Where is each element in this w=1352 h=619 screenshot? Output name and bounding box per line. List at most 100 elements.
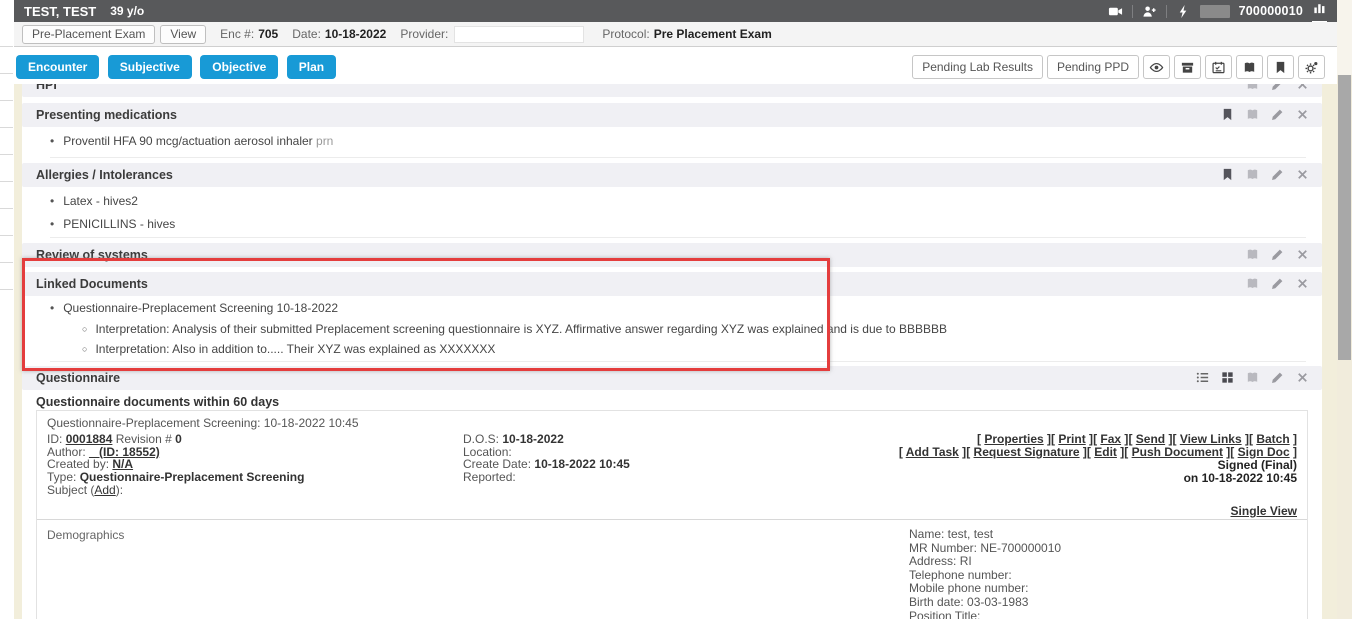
demographics-label: Demographics [47,528,124,542]
demo-name: Name: test, test [909,527,993,541]
interpretation-item: Interpretation: Also in addition to.....… [82,342,495,356]
close-icon[interactable] [1295,247,1310,262]
close-icon[interactable] [1295,84,1310,92]
book-icon[interactable] [1245,247,1260,262]
print-link[interactable]: Print [1058,432,1085,446]
book-icon[interactable] [1245,107,1260,122]
divider [1132,5,1133,18]
section-header-review-of-systems: Review of systems [22,243,1322,267]
ehr-application: TEST, TEST 39 y/o 700000010 Pre-Placemen… [14,0,1337,619]
content-background: HPI Presenting medications Proventil HFA… [14,84,1337,619]
demo-telephone: Telephone number: [909,568,1012,582]
section-title: Presenting medications [36,108,177,122]
nav-button-subjective[interactable]: Subjective [108,55,192,79]
demo-position-title: Position Title: [909,609,980,619]
eye-icon[interactable] [1143,55,1170,79]
divider [50,361,1306,362]
section-header-linked-documents: Linked Documents [22,272,1322,296]
section-header-allergies: Allergies / Intolerances [22,163,1322,187]
interpretation-item: Interpretation: Analysis of their submit… [82,322,947,336]
nav-buttons: Encounter Subjective Objective Plan [16,47,340,79]
date-label: Date: [292,27,321,41]
toolbar-row: Encounter Subjective Objective Plan Pend… [14,47,1337,84]
patient-header-bar: TEST, TEST 39 y/o 700000010 [14,0,1337,22]
request-signature-link[interactable]: Request Signature [974,445,1080,459]
pencil-icon[interactable] [1270,107,1285,122]
flash-icon[interactable] [1176,4,1191,19]
nav-button-objective[interactable]: Objective [200,55,278,79]
divider [1166,5,1167,18]
push-document-link[interactable]: Push Document [1132,445,1223,459]
account-number: 700000010 [1239,4,1303,18]
close-icon[interactable] [1295,107,1310,122]
bookmark-icon[interactable] [1220,167,1235,182]
edit-link[interactable]: Edit [1094,445,1117,459]
nav-button-plan[interactable]: Plan [287,55,336,79]
grid-view-icon[interactable] [1220,370,1235,385]
send-link[interactable]: Send [1136,432,1165,446]
close-icon[interactable] [1295,370,1310,385]
view-button[interactable]: View [160,25,206,44]
signed-status: Signed (Final) [1218,458,1297,472]
pencil-icon[interactable] [1270,276,1285,291]
create-date-value: 10-18-2022 10:45 [534,457,629,471]
video-camera-icon[interactable] [1108,4,1123,19]
encounter-info-bar: Pre-Placement Exam View Enc #: 705 Date:… [14,22,1337,47]
book-icon[interactable] [1245,276,1260,291]
exam-type-button[interactable]: Pre-Placement Exam [22,25,155,44]
pending-ppd-button[interactable]: Pending PPD [1047,55,1139,79]
demo-mr-number: MR Number: NE-700000010 [909,541,1061,555]
section-title: Allergies / Intolerances [36,168,173,182]
allergy-item: Latex - hives2 [50,194,138,208]
single-view-link[interactable]: Single View [1231,504,1297,518]
questionnaire-subtitle: Questionnaire documents within 60 days [36,395,279,409]
divider [50,157,1306,158]
badge-placeholder [1200,5,1230,18]
add-task-link[interactable]: Add Task [906,445,959,459]
section-title: Review of systems [36,248,148,262]
enc-label: Enc #: [220,27,254,41]
bookmark-icon[interactable] [1267,55,1294,79]
provider-input[interactable] [454,26,584,43]
add-person-icon[interactable] [1142,4,1157,19]
sign-doc-link[interactable]: Sign Doc [1238,445,1290,459]
pencil-icon[interactable] [1270,84,1285,92]
vertical-scrollbar [1337,0,1352,619]
fax-link[interactable]: Fax [1100,432,1121,446]
book-icon[interactable] [1245,167,1260,182]
subject-add-link[interactable]: Add [94,483,115,497]
book-icon[interactable] [1245,370,1260,385]
book-icon[interactable] [1245,84,1260,92]
section-header-clipped: HPI [22,84,1322,97]
list-view-icon[interactable] [1195,370,1210,385]
archive-box-icon[interactable] [1174,55,1201,79]
gears-icon[interactable] [1298,55,1325,79]
demo-birth-date: Birth date: 03-03-1983 [909,595,1028,609]
chart-icon[interactable] [1312,0,1327,23]
pending-lab-results-button[interactable]: Pending Lab Results [912,55,1043,79]
background-grid-lines [0,20,13,308]
bookmark-icon[interactable] [1220,107,1235,122]
section-title: HPI [36,84,57,92]
medication-frequency: prn [316,134,333,148]
subject-label: Subject ( [47,483,94,497]
medication-item: Proventil HFA 90 mcg/actuation aerosol i… [50,134,333,148]
book-icon[interactable] [1236,55,1263,79]
reported-label: Reported: [463,470,516,484]
pencil-icon[interactable] [1270,167,1285,182]
close-icon[interactable] [1295,167,1310,182]
calendar-icon[interactable] [1205,55,1232,79]
scrollbar-top [1337,0,1352,75]
divider [50,237,1306,238]
close-icon[interactable] [1295,276,1310,291]
patient-age: 39 y/o [110,4,144,18]
scrollbar-thumb[interactable] [1338,75,1351,360]
nav-button-encounter[interactable]: Encounter [16,55,99,79]
batch-link[interactable]: Batch [1256,432,1289,446]
pencil-icon[interactable] [1270,247,1285,262]
pencil-icon[interactable] [1270,370,1285,385]
note-panel: HPI Presenting medications Proventil HFA… [22,84,1322,619]
section-header-questionnaire: Questionnaire [22,366,1322,390]
view-links-link[interactable]: View Links [1180,432,1242,446]
properties-link[interactable]: Properties [984,432,1043,446]
